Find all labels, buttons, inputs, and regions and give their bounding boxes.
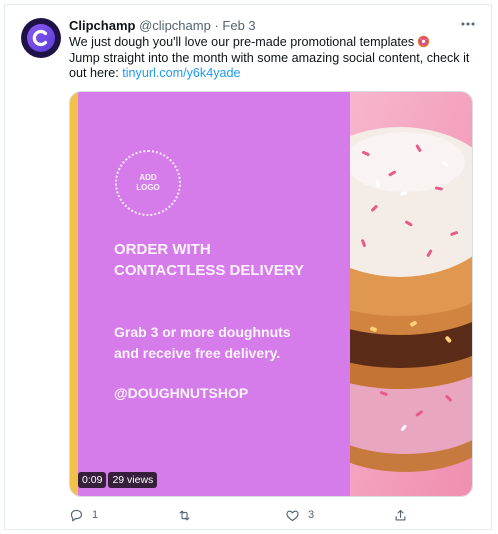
like-button[interactable]: 3 bbox=[285, 505, 314, 525]
logo-placeholder-line2: LOGO bbox=[136, 183, 160, 192]
separator-dot: · bbox=[214, 18, 219, 33]
promo-heading-line2: CONTACTLESS DELIVERY bbox=[114, 262, 305, 279]
retweet-icon bbox=[179, 510, 190, 520]
promo-shop-handle: @DOUGHNUTSHOP bbox=[114, 385, 249, 401]
promo-body-line1: Grab 3 or more doughnuts bbox=[114, 324, 291, 340]
retweet-button[interactable] bbox=[177, 505, 200, 525]
heart-icon bbox=[286, 510, 299, 521]
share-button[interactable] bbox=[393, 505, 416, 525]
more-options-button[interactable] bbox=[457, 14, 479, 34]
video-views: 29 views bbox=[108, 472, 158, 488]
video-stats: 0:09 29 views bbox=[78, 472, 158, 488]
doughnut-emoji-icon bbox=[417, 35, 430, 48]
video-media[interactable]: ADD LOGO ORDER WITH CONTACTLESS DELIVERY… bbox=[69, 91, 473, 497]
author-name[interactable]: Clipchamp bbox=[69, 18, 135, 33]
tweet-header: Clipchamp @clipchamp · Feb 3 bbox=[69, 16, 477, 36]
tweet-text: We just dough you'll love our pre-made p… bbox=[69, 35, 479, 82]
avatar[interactable] bbox=[21, 18, 61, 58]
promo-heading-line1: ORDER WITH bbox=[114, 241, 211, 258]
reply-button[interactable]: 1 bbox=[69, 505, 98, 525]
tweet-actions: 1 3 bbox=[69, 505, 429, 525]
clipchamp-logo-icon bbox=[27, 24, 55, 52]
reply-count: 1 bbox=[92, 509, 99, 521]
promo-body-line2: and receive free delivery. bbox=[114, 345, 281, 361]
promo-heading: ORDER WITH CONTACTLESS DELIVERY bbox=[114, 239, 354, 281]
reply-icon bbox=[70, 509, 83, 521]
share-icon bbox=[395, 509, 406, 520]
promo-video-frame bbox=[70, 92, 472, 496]
tweet-text-line1: We just dough you'll love our pre-made p… bbox=[69, 35, 415, 49]
add-logo-placeholder: ADD LOGO bbox=[115, 150, 181, 216]
video-duration: 0:09 bbox=[78, 472, 107, 488]
promo-body: Grab 3 or more doughnuts and receive fre… bbox=[114, 322, 354, 364]
logo-placeholder-line1: ADD bbox=[139, 173, 157, 182]
ellipsis-icon bbox=[461, 22, 475, 26]
tweet-link[interactable]: tinyurl.com/y6k4yade bbox=[122, 66, 240, 80]
author-handle[interactable]: @clipchamp bbox=[139, 18, 211, 33]
tweet-card[interactable]: Clipchamp @clipchamp · Feb 3 We just dou… bbox=[4, 4, 492, 530]
like-count: 3 bbox=[308, 509, 315, 521]
tweet-date[interactable]: Feb 3 bbox=[222, 18, 255, 33]
